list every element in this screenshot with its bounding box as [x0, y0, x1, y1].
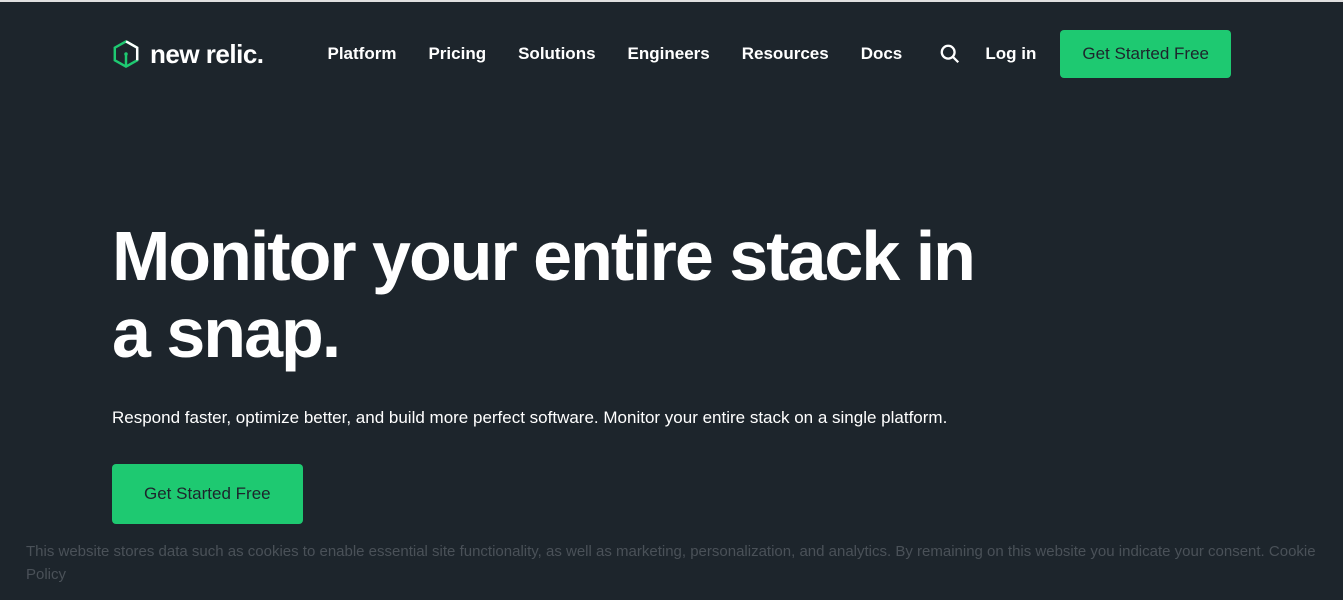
site-header: new relic. Platform Pricing Solutions En… — [0, 2, 1343, 98]
hero-title: Monitor your entire stack in a snap. — [112, 218, 1012, 372]
primary-nav: Platform Pricing Solutions Engineers Res… — [328, 44, 903, 64]
nav-resources[interactable]: Resources — [742, 44, 829, 64]
nav-docs[interactable]: Docs — [861, 44, 903, 64]
hero-subtitle: Respond faster, optimize better, and bui… — [112, 408, 1231, 428]
brand-name: new relic. — [150, 39, 264, 70]
search-icon[interactable] — [939, 43, 961, 65]
hero-section: Monitor your entire stack in a snap. Res… — [0, 98, 1343, 524]
cookie-banner-text: This website stores data such as cookies… — [26, 543, 1269, 560]
login-link[interactable]: Log in — [985, 44, 1036, 64]
new-relic-logo-icon — [112, 40, 140, 68]
hero-cta-button[interactable]: Get Started Free — [112, 464, 303, 524]
cookie-banner: This website stores data such as cookies… — [0, 527, 1343, 600]
nav-pricing[interactable]: Pricing — [428, 44, 486, 64]
header-actions: Log in Get Started Free — [939, 30, 1231, 78]
header-cta-button[interactable]: Get Started Free — [1060, 30, 1231, 78]
nav-platform[interactable]: Platform — [328, 44, 397, 64]
nav-solutions[interactable]: Solutions — [518, 44, 595, 64]
brand-logo[interactable]: new relic. — [112, 39, 264, 70]
nav-engineers[interactable]: Engineers — [628, 44, 710, 64]
